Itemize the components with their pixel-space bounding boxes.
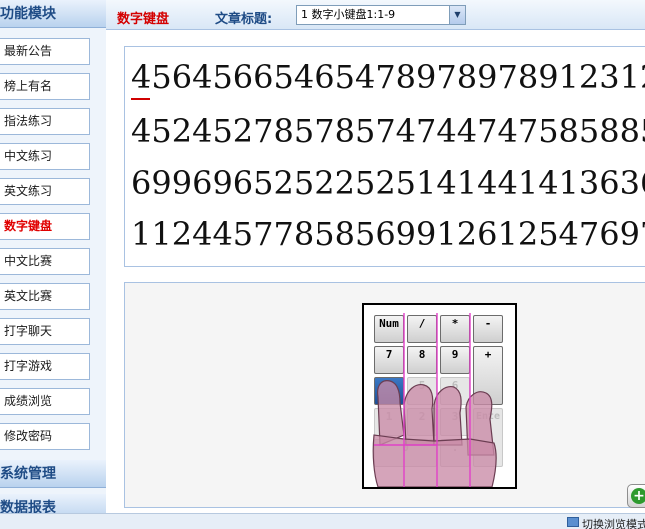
browser-mode-icon xyxy=(567,517,579,527)
switch-browse-mode-link[interactable]: 切换浏览模式 xyxy=(582,516,645,529)
practice-line-2: 4524527857857474474758588585 xyxy=(131,112,645,150)
add-button[interactable]: + xyxy=(627,484,645,508)
sidebar-item-leaderboard[interactable]: 榜上有名 xyxy=(0,73,90,100)
sidebar-header: 功能模块 xyxy=(0,0,106,28)
keyboard-panel: Num / * - 7 8 9 + 5 6 1 2 3 Ente 0 . xyxy=(124,282,645,508)
practice-line-1: 4564566546547897897891231231 xyxy=(131,58,645,96)
main-content: 4564566546547897897891231231 45245278578… xyxy=(106,30,645,529)
sidebar-item-english-contest[interactable]: 英文比赛 xyxy=(0,283,90,310)
chevron-down-icon[interactable]: ▼ xyxy=(449,6,465,24)
article-title-label: 文章标题: xyxy=(215,12,273,27)
sidebar-item-numeric-keypad[interactable]: 数字键盘 xyxy=(0,213,90,240)
sidebar-item-chinese-contest[interactable]: 中文比赛 xyxy=(0,248,90,275)
sidebar-group-system-management[interactable]: 系统管理 xyxy=(0,460,106,488)
sidebar-item-english-practice[interactable]: 英文练习 xyxy=(0,178,90,205)
numeric-keypad: Num / * - 7 8 9 + 5 6 1 2 3 Ente 0 . xyxy=(362,303,517,489)
status-bar: 切换浏览模式 xyxy=(0,513,645,529)
sidebar-item-fingering-practice[interactable]: 指法练习 xyxy=(0,108,90,135)
sidebar: 功能模块 最新公告 榜上有名 指法练习 中文练习 英文练习 数字键盘 中文比赛 … xyxy=(0,0,106,529)
sidebar-item-chinese-practice[interactable]: 中文练习 xyxy=(0,143,90,170)
sidebar-item-typing-game[interactable]: 打字游戏 xyxy=(0,353,90,380)
practice-text-panel[interactable]: 4564566546547897897891231231 45245278578… xyxy=(124,46,645,267)
sidebar-item-typing-chat[interactable]: 打字聊天 xyxy=(0,318,90,345)
plus-icon: + xyxy=(631,488,645,504)
sidebar-item-latest-announcement[interactable]: 最新公告 xyxy=(0,38,90,65)
typing-cursor xyxy=(131,98,150,100)
top-toolbar: 数字键盘 文章标题: 1 数字小键盘1:1-9 ▼ xyxy=(106,0,645,30)
sidebar-item-score-browse[interactable]: 成绩浏览 xyxy=(0,388,90,415)
finger-guide-lines xyxy=(374,313,471,487)
article-select[interactable]: 1 数字小键盘1:1-9 ▼ xyxy=(296,5,466,25)
current-module-title: 数字键盘 xyxy=(117,12,170,27)
article-select-value: 1 数字小键盘1:1-9 xyxy=(301,8,396,21)
practice-line-4: 1124457785856991261254769768 xyxy=(131,215,645,253)
sidebar-item-change-password[interactable]: 修改密码 xyxy=(0,423,90,450)
practice-line-3: 6996965252252514144141363636 xyxy=(131,164,645,202)
